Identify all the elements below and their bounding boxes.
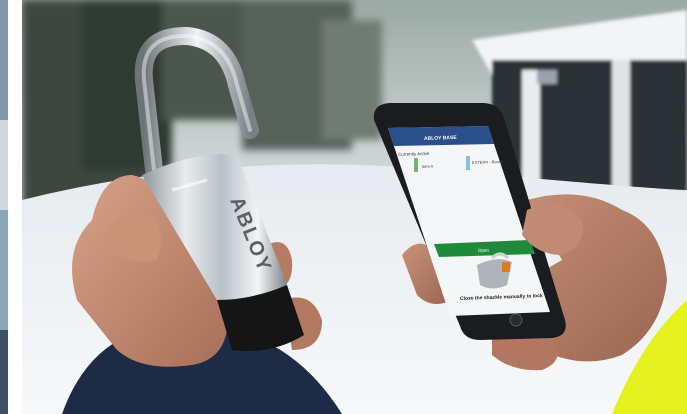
left-neighbor-image-edge <box>0 0 22 414</box>
app-item-left: Item A <box>422 164 434 169</box>
photo-abloy-padlock-and-phone: ABLOY ABLOY BASE Currently Active Item A… <box>22 0 687 414</box>
photo-frame: ABLOY ABLOY BASE Currently Active Item A… <box>0 0 687 414</box>
app-header-title: ABLOY BASE <box>424 135 458 142</box>
photo-illustration: ABLOY ABLOY BASE Currently Active Item A… <box>22 0 687 414</box>
app-status-bar: Open <box>478 248 490 253</box>
